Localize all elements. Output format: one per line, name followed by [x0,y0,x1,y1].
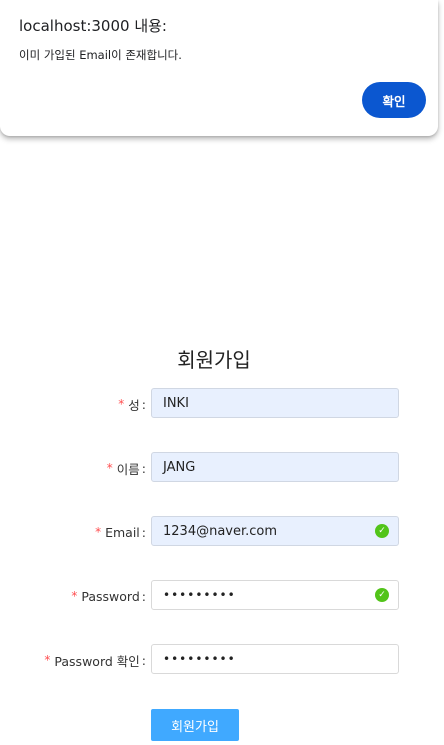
dialog-message: 이미 가입된 Email이 존재합니다. [19,48,182,62]
first-name-row: * 이름 : JANG [0,452,444,484]
password-confirm-value: ••••••••• [163,652,236,666]
email-row: * Email : 1234@naver.com ✓ [0,516,444,548]
password-confirm-row: * Password 확인 : ••••••••• [0,644,444,676]
password-confirm-input[interactable]: ••••••••• [151,644,399,674]
label-colon: : [141,524,146,540]
label-colon: : [141,396,146,412]
label-colon: : [141,588,146,604]
signup-submit-button[interactable]: 회원가입 [151,709,239,741]
check-circle-icon: ✓ [375,524,389,538]
dialog-title: localhost:3000 내용: [19,17,167,35]
email-label: * Email : [95,516,146,548]
last-name-row: * 성 : INKI [0,388,444,420]
required-mark: * [118,397,125,411]
email-value: 1234@naver.com [163,523,278,539]
required-mark: * [71,589,78,603]
required-mark: * [44,653,51,667]
email-input[interactable]: 1234@naver.com ✓ [151,516,399,546]
alert-dialog: localhost:3000 내용: 이미 가입된 Email이 존재합니다. … [0,0,438,136]
password-confirm-label-text: Password 확인 [54,653,140,669]
last-name-input[interactable]: INKI [151,388,399,418]
label-colon: : [141,460,146,476]
email-label-text: Email [105,524,140,540]
first-name-label-text: 이름 [116,461,140,477]
label-colon: : [141,652,146,668]
first-name-value: JANG [163,459,196,475]
first-name-label: * 이름 : [107,452,146,484]
required-mark: * [95,525,102,539]
password-label-text: Password [81,588,140,604]
last-name-value: INKI [163,395,189,411]
last-name-label: * 성 : [118,388,146,420]
dialog-ok-button[interactable]: 확인 [362,82,426,118]
password-value: ••••••••• [163,588,236,602]
password-label: * Password : [71,580,146,612]
check-circle-icon: ✓ [375,588,389,602]
password-row: * Password : ••••••••• ✓ [0,580,444,612]
last-name-label-text: 성 [128,397,140,413]
page: localhost:3000 내용: 이미 가입된 Email이 존재합니다. … [0,0,444,745]
password-input[interactable]: ••••••••• ✓ [151,580,399,610]
first-name-input[interactable]: JANG [151,452,399,482]
password-confirm-label: * Password 확인 : [44,644,146,676]
required-mark: * [106,461,113,475]
form-title: 회원가입 [177,348,251,372]
